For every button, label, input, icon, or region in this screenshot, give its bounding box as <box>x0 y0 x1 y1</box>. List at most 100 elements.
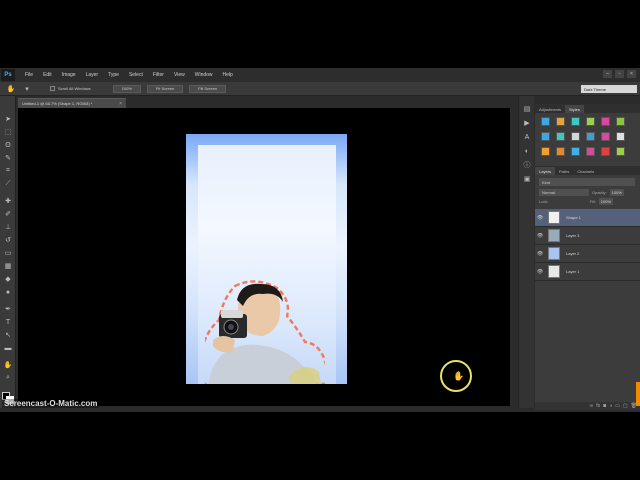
style-swatch[interactable] <box>571 117 580 126</box>
layer-filter-kind[interactable]: Kind <box>539 178 635 186</box>
menu-select[interactable]: Select <box>129 72 143 78</box>
menu-layer[interactable]: Layer <box>86 72 99 78</box>
eraser-tool-icon[interactable]: ▭ <box>3 248 13 258</box>
layer-row[interactable]: 👁 Layer 2 <box>535 245 640 263</box>
menu-view[interactable]: View <box>174 72 185 78</box>
move-tool-icon[interactable]: ➤ <box>3 114 13 124</box>
healing-brush-tool-icon[interactable]: ✚ <box>3 196 13 206</box>
style-swatch[interactable] <box>541 147 550 156</box>
lasso-tool-icon[interactable]: ʘ <box>3 140 13 150</box>
style-swatch[interactable] <box>586 132 595 141</box>
menu-filter[interactable]: Filter <box>153 72 164 78</box>
style-swatch[interactable] <box>571 147 580 156</box>
navigator-panel-icon[interactable]: ▣ <box>522 174 532 184</box>
eyedropper-tool-icon[interactable]: ⟋ <box>3 179 13 189</box>
fit-screen-button[interactable]: Fit Screen <box>146 84 184 93</box>
eye-icon[interactable]: 👁 <box>535 233 545 239</box>
close-button[interactable]: × <box>627 70 636 78</box>
info-panel-icon[interactable]: ⓘ <box>522 160 532 170</box>
hand-tool-icon[interactable]: ✋ <box>3 360 13 370</box>
blend-row: Normal Opacity: 100% <box>539 189 636 196</box>
brush-panel-icon[interactable]: ◐ <box>522 146 532 156</box>
layer-style-icon[interactable]: fx <box>596 403 600 409</box>
tab-paths[interactable]: Paths <box>555 167 573 175</box>
tab-styles[interactable]: Styles <box>565 105 584 113</box>
scroll-all-windows-checkbox[interactable] <box>50 86 55 91</box>
menu-file[interactable]: File <box>25 72 33 78</box>
quick-select-tool-icon[interactable]: ✎ <box>3 153 13 163</box>
style-swatch[interactable] <box>586 147 595 156</box>
properties-panel-icon[interactable]: ▶ <box>522 118 532 128</box>
opacity-input[interactable]: 100% <box>609 189 624 196</box>
minimize-button[interactable]: – <box>603 70 612 78</box>
style-swatch[interactable] <box>541 132 550 141</box>
style-swatch[interactable] <box>556 132 565 141</box>
tab-adjustments[interactable]: Adjustments <box>535 105 565 113</box>
style-swatch[interactable] <box>556 147 565 156</box>
style-swatch[interactable] <box>616 147 625 156</box>
style-swatch[interactable] <box>586 117 595 126</box>
fill-screen-button[interactable]: Fill Screen <box>189 84 227 93</box>
recorder-side-tab[interactable] <box>636 382 640 406</box>
add-mask-icon[interactable]: ◙ <box>603 403 606 409</box>
fill-input[interactable]: 100% <box>598 198 613 205</box>
photoshop-window: Ps File Edit Image Layer Type Select Fil… <box>0 68 640 412</box>
character-panel-icon[interactable]: A <box>522 132 532 142</box>
layer-row[interactable]: 👁 Layer 3 <box>535 227 640 245</box>
pen-tool-icon[interactable]: ✒ <box>3 304 13 314</box>
blur-tool-icon[interactable]: ◆ <box>3 274 13 284</box>
eye-icon[interactable]: 👁 <box>535 269 545 275</box>
dodge-tool-icon[interactable]: ● <box>3 287 13 297</box>
collapsed-panels-strip: ▤ ▶ A ◐ ⓘ ▣ <box>518 96 534 408</box>
style-swatch[interactable] <box>616 117 625 126</box>
history-brush-tool-icon[interactable]: ↺ <box>3 235 13 245</box>
style-swatch[interactable] <box>601 132 610 141</box>
workspace-select[interactable]: Dark Theme <box>581 85 637 93</box>
tools-panel: ➤ ⬚ ʘ ✎ ⌗ ⟋ ✚ ✐ ⊥ ↺ ▭ ▦ ◆ ● ✒ T ↖ ▬ ✋ ⌕ <box>0 96 16 408</box>
zoom-100-button[interactable]: 100% <box>112 84 141 93</box>
tool-preset-dropdown-icon[interactable]: ▾ <box>22 84 32 94</box>
clone-stamp-tool-icon[interactable]: ⊥ <box>3 222 13 232</box>
style-swatch[interactable] <box>541 117 550 126</box>
window-controls: – ▫ × <box>603 70 636 78</box>
new-layer-icon[interactable]: ▢ <box>623 403 628 409</box>
style-swatch[interactable] <box>616 132 625 141</box>
hand-cursor-icon: ✋ <box>453 371 465 381</box>
layer-row[interactable]: 👁 Layer 1 <box>535 263 640 281</box>
close-icon[interactable]: × <box>119 101 122 107</box>
right-panels: Adjustments Styles Layers Paths Channels… <box>535 104 640 408</box>
crop-tool-icon[interactable]: ⌗ <box>3 166 13 176</box>
eye-icon[interactable]: 👁 <box>535 251 545 257</box>
style-swatch[interactable] <box>601 147 610 156</box>
person-with-camera-image <box>205 280 325 384</box>
zoom-tool-icon[interactable]: ⌕ <box>3 373 13 383</box>
marquee-tool-icon[interactable]: ⬚ <box>3 127 13 137</box>
menu-edit[interactable]: Edit <box>43 72 52 78</box>
gradient-tool-icon[interactable]: ▦ <box>3 261 13 271</box>
blend-mode-select[interactable]: Normal <box>539 189 589 196</box>
history-panel-icon[interactable]: ▤ <box>522 104 532 114</box>
brush-tool-icon[interactable]: ✐ <box>3 209 13 219</box>
eye-icon[interactable]: 👁 <box>535 215 545 221</box>
style-swatch[interactable] <box>556 117 565 126</box>
layer-row[interactable]: 👁 Shape 1 <box>535 209 640 227</box>
hand-tool-icon[interactable]: ✋ <box>6 84 16 94</box>
document-tab[interactable]: Untitled-1 @ 66.7% (Shape 1, RGB/8) * × <box>18 98 126 108</box>
video-letterbox-bottom <box>0 412 640 480</box>
shape-tool-icon[interactable]: ▬ <box>3 343 13 353</box>
tab-layers[interactable]: Layers <box>535 167 556 175</box>
canvas-area[interactable]: ✋ <box>18 108 510 406</box>
adjustment-layer-icon[interactable]: ◑ <box>609 403 612 409</box>
style-swatch[interactable] <box>571 132 580 141</box>
maximize-button[interactable]: ▫ <box>615 70 624 78</box>
menu-window[interactable]: Window <box>195 72 213 78</box>
menu-image[interactable]: Image <box>62 72 76 78</box>
style-swatch[interactable] <box>601 117 610 126</box>
type-tool-icon[interactable]: T <box>3 317 13 327</box>
menu-help[interactable]: Help <box>223 72 233 78</box>
link-layers-icon[interactable]: ∞ <box>590 403 594 409</box>
menu-type[interactable]: Type <box>108 72 119 78</box>
path-selection-tool-icon[interactable]: ↖ <box>3 330 13 340</box>
tab-channels[interactable]: Channels <box>573 167 598 175</box>
new-group-icon[interactable]: ▭ <box>615 403 620 409</box>
